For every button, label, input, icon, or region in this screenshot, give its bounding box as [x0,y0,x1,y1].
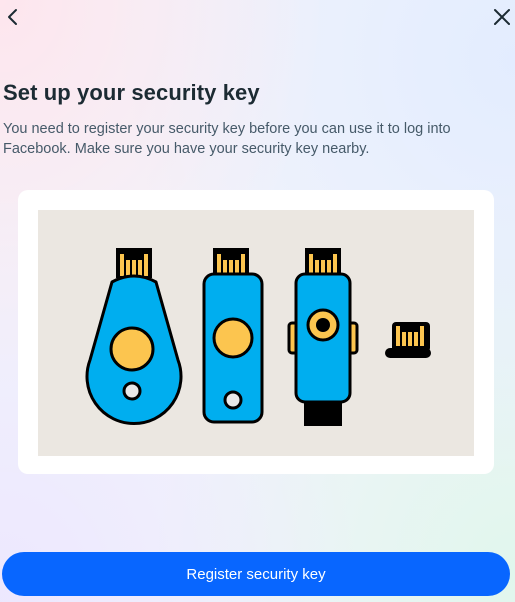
register-security-key-button[interactable]: Register security key [2,552,510,596]
chevron-left-icon [8,9,17,25]
teardrop-security-key [85,248,183,426]
close-icon [494,9,510,25]
illustration-card [18,190,494,474]
rectangular-security-key [202,248,264,424]
back-button[interactable] [0,4,26,30]
close-button[interactable] [489,4,515,30]
page-description: You need to register your security key b… [3,121,451,157]
nano-security-key [385,322,431,358]
page-title: Set up your security key [3,80,260,105]
usb-security-key [287,248,359,426]
security-keys-illustration [38,210,474,456]
